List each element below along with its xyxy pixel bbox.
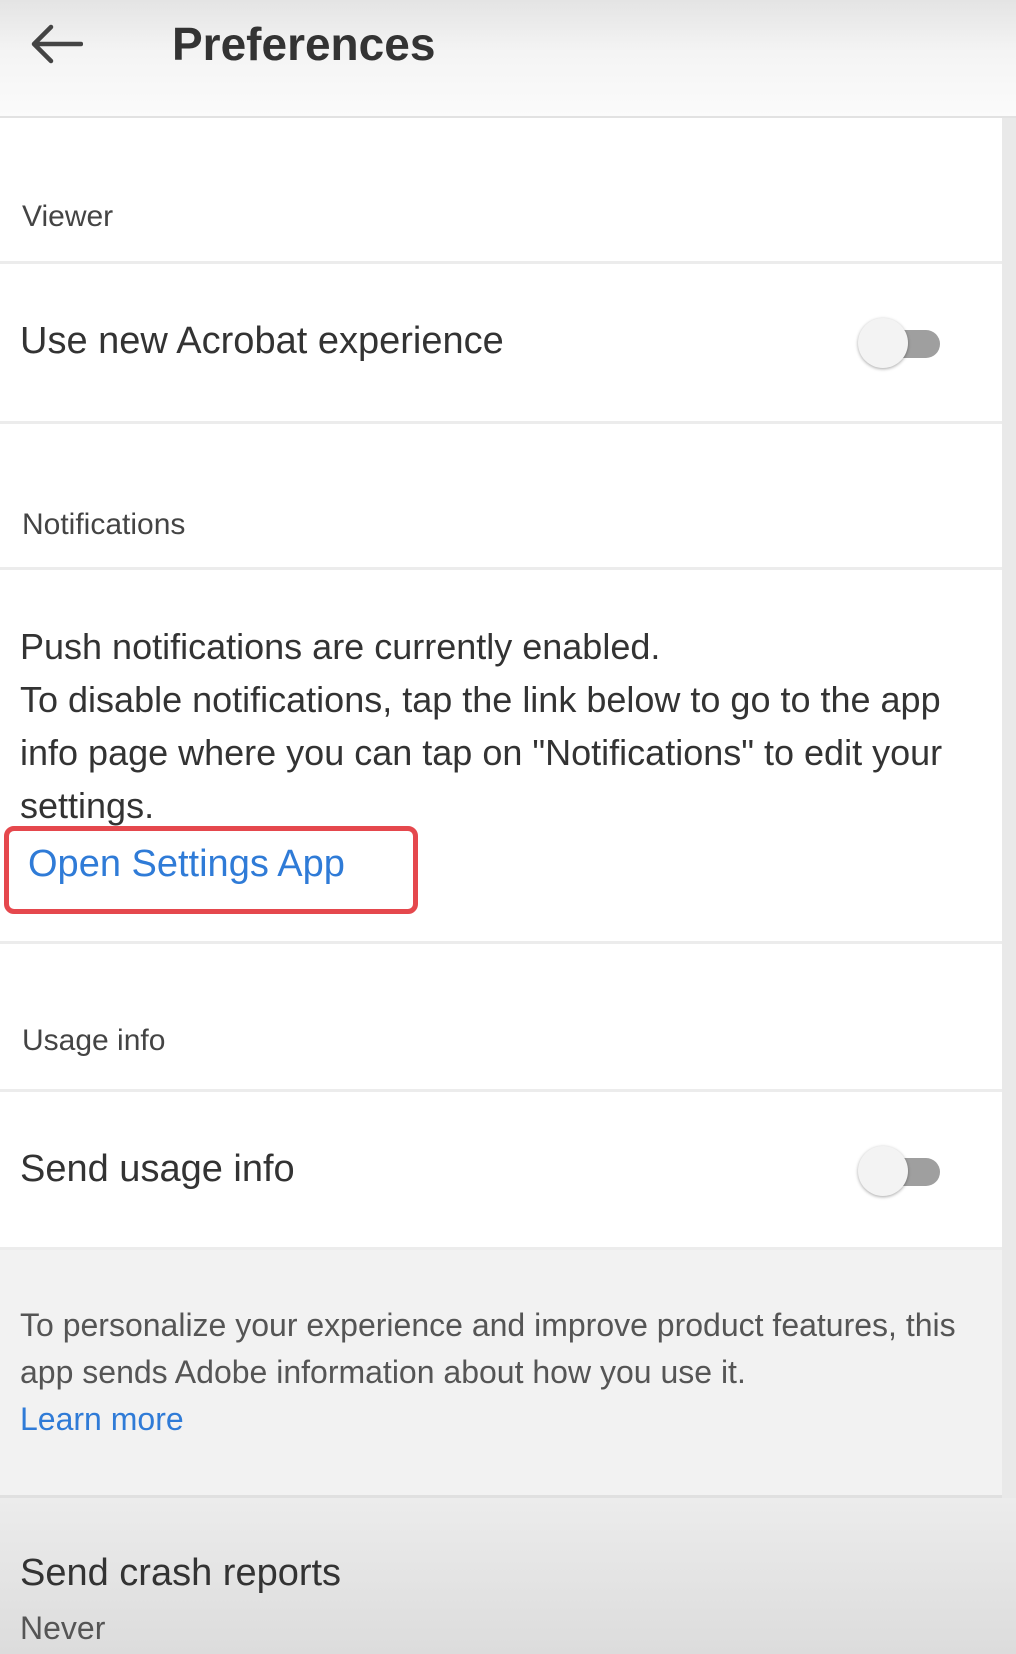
section-header-label: Usage info xyxy=(22,1024,166,1057)
arrow-left-icon xyxy=(31,24,83,64)
send-usage-info-toggle[interactable] xyxy=(858,1142,940,1198)
section-header-usage-info: Usage info xyxy=(0,944,1002,1092)
preferences-screen: Preferences Viewer Use new Acrobat exper… xyxy=(0,0,1016,1654)
setting-label: Use new Acrobat experience xyxy=(20,320,504,362)
crash-reports-value: Never xyxy=(20,1610,106,1646)
crash-reports-label: Send crash reports xyxy=(20,1552,342,1594)
usage-info-description-text: To personalize your experience and impro… xyxy=(20,1307,956,1390)
setting-row-new-acrobat-experience[interactable]: Use new Acrobat experience xyxy=(0,264,1002,424)
app-bar: Preferences xyxy=(0,0,1016,118)
setting-row-send-usage-info[interactable]: Send usage info xyxy=(0,1092,1002,1250)
section-header-label: Notifications xyxy=(22,508,186,541)
open-settings-app-link[interactable]: Open Settings App xyxy=(28,838,345,890)
back-button[interactable] xyxy=(22,14,90,74)
section-header-notifications: Notifications xyxy=(0,424,1002,570)
section-header-viewer: Viewer xyxy=(0,118,1002,264)
toggle-knob xyxy=(858,318,908,368)
page-title: Preferences xyxy=(172,18,436,70)
learn-more-link[interactable]: Learn more xyxy=(20,1396,184,1443)
notifications-status-text: Push notifications are currently enabled… xyxy=(20,626,661,667)
notifications-help-text: To disable notifications, tap the link b… xyxy=(20,679,943,826)
notifications-description: Push notifications are currently enabled… xyxy=(20,620,970,832)
usage-info-description-block: To personalize your experience and impro… xyxy=(0,1250,1002,1498)
usage-info-description: To personalize your experience and impro… xyxy=(20,1302,980,1443)
new-acrobat-experience-toggle[interactable] xyxy=(858,314,940,370)
setting-row-send-crash-reports[interactable]: Send crash reports Never xyxy=(0,1498,1016,1654)
right-edge-strip xyxy=(1002,118,1016,1498)
setting-label: Send usage info xyxy=(20,1148,295,1190)
section-header-label: Viewer xyxy=(22,200,114,233)
toggle-knob xyxy=(858,1146,908,1196)
